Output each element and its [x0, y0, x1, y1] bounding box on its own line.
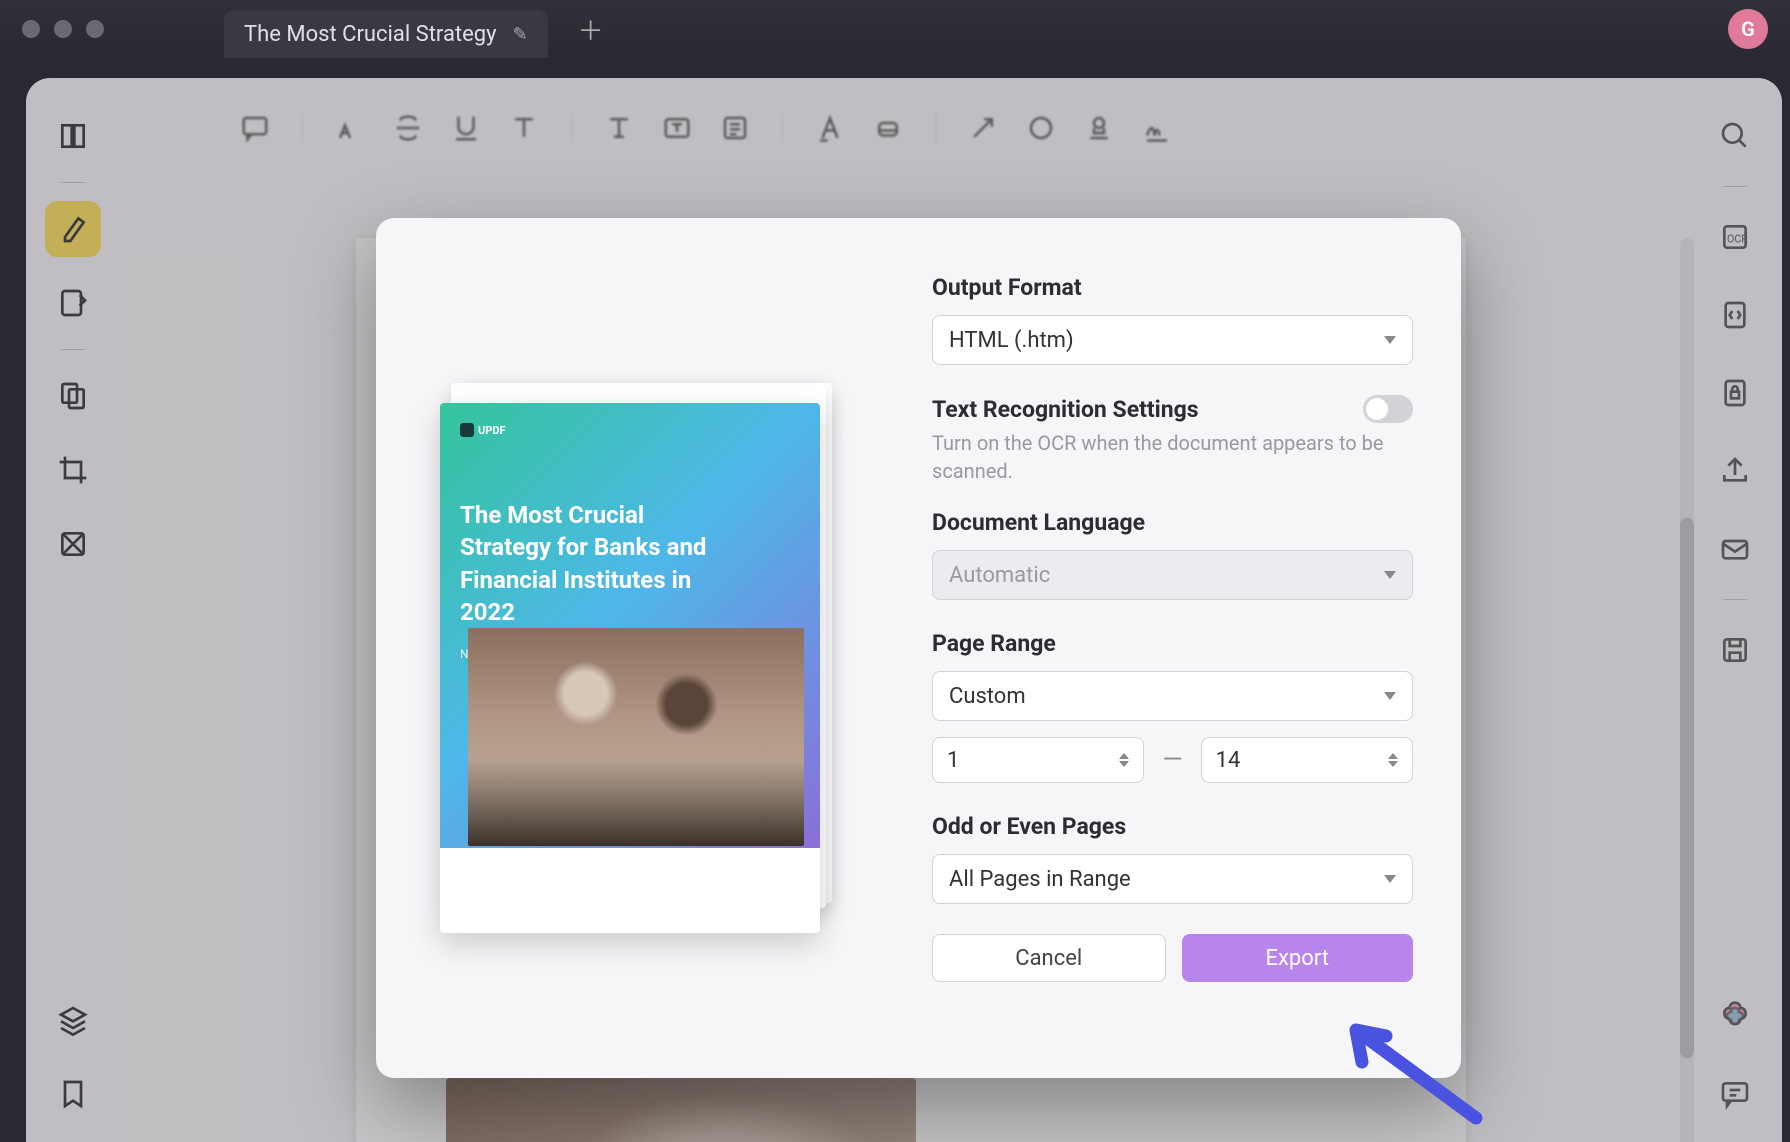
- page-range-label: Page Range: [932, 630, 1413, 657]
- title-bar: The Most Crucial Strategy ✎ ＋ G: [0, 0, 1790, 58]
- export-modal: UPDF The Most Crucial Strategy for Banks…: [376, 218, 1461, 1078]
- odd-even-label: Odd or Even Pages: [932, 813, 1413, 840]
- export-form: Output Format HTML (.htm) Text Recogniti…: [884, 218, 1461, 1078]
- ocr-label: Text Recognition Settings: [932, 396, 1199, 423]
- cover-title: The Most Crucial Strategy for Banks and …: [460, 499, 720, 629]
- preview-pane: UPDF The Most Crucial Strategy for Banks…: [376, 218, 884, 1078]
- output-format-select[interactable]: HTML (.htm): [932, 315, 1413, 365]
- language-select: Automatic: [932, 550, 1413, 600]
- document-tab[interactable]: The Most Crucial Strategy ✎: [224, 10, 548, 58]
- output-format-label: Output Format: [932, 274, 1413, 301]
- range-separator: —: [1162, 745, 1182, 775]
- page-stack-preview: UPDF The Most Crucial Strategy for Banks…: [440, 383, 820, 913]
- chevron-down-icon: [1384, 336, 1396, 344]
- chevron-down-icon: [1384, 875, 1396, 883]
- stepper-icon[interactable]: [1119, 753, 1129, 767]
- page-range-mode-select[interactable]: Custom: [932, 671, 1413, 721]
- language-label: Document Language: [932, 509, 1413, 536]
- page-range-to-input[interactable]: 14: [1201, 737, 1413, 783]
- new-tab-button[interactable]: ＋: [578, 11, 604, 48]
- close-window-button[interactable]: [22, 20, 40, 38]
- ocr-description: Turn on the OCR when the document appear…: [932, 429, 1413, 485]
- rename-tab-icon[interactable]: ✎: [513, 24, 528, 45]
- window-controls: [22, 20, 104, 38]
- cancel-button[interactable]: Cancel: [932, 934, 1166, 982]
- cover-image: [468, 628, 804, 846]
- chevron-down-icon: [1384, 571, 1396, 579]
- export-button[interactable]: Export: [1182, 934, 1414, 982]
- odd-even-select[interactable]: All Pages in Range: [932, 854, 1413, 904]
- chevron-down-icon: [1384, 692, 1396, 700]
- minimize-window-button[interactable]: [54, 20, 72, 38]
- user-avatar[interactable]: G: [1728, 9, 1768, 49]
- updf-logo: UPDF: [460, 423, 800, 437]
- tab-title: The Most Crucial Strategy: [244, 22, 497, 47]
- maximize-window-button[interactable]: [86, 20, 104, 38]
- app-body: OCR of the key contributing elements is …: [26, 78, 1782, 1142]
- ocr-toggle[interactable]: [1363, 395, 1413, 423]
- page-range-from-input[interactable]: 1: [932, 737, 1144, 783]
- stepper-icon[interactable]: [1388, 753, 1398, 767]
